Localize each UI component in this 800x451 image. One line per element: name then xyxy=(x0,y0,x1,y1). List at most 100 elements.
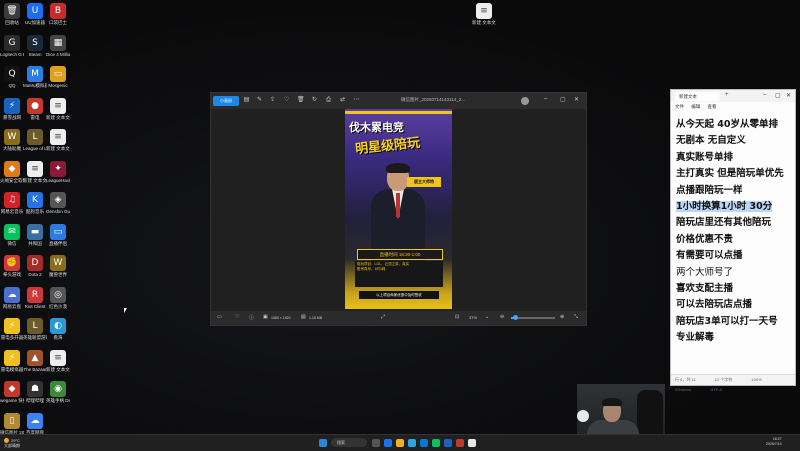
delete-icon[interactable]: 🗑 xyxy=(297,97,305,104)
desktop-icon[interactable]: W 大陆助魔 xyxy=(0,129,24,151)
desktop-icon[interactable]: ◆火绒安全软件 xyxy=(0,160,24,183)
account-avatar[interactable] xyxy=(521,97,529,105)
desktop-icon[interactable]: ▦Dice 4 Million xyxy=(46,34,70,57)
notepad-text-area[interactable]: 从今天起 40岁从零单排 无剧本 无自定义 真实账号单排 主打真实 但是陪玩单优先 点播… xyxy=(676,117,791,347)
desktop-icon[interactable]: ✉ 微信 xyxy=(0,223,24,246)
app-icon: L xyxy=(27,129,43,145)
favorite-icon[interactable]: ♡ xyxy=(283,97,290,104)
notepad-line-text: 两个大师号了 xyxy=(676,266,734,278)
desktop-icon[interactable]: ⚡ 雷电多开器 xyxy=(0,318,24,340)
taskbar-clock[interactable]: 18:27 2025/7/14 xyxy=(766,437,782,447)
desktop-icon[interactable]: B 口袋巴士 xyxy=(46,3,70,25)
viewer-gallery-tab[interactable]: 小画册 xyxy=(213,96,239,106)
zoom-level[interactable]: 37% xyxy=(469,315,477,320)
close-icon[interactable]: ✕ xyxy=(786,92,791,99)
wechat-taskbar-icon[interactable] xyxy=(432,439,440,447)
app-taskbar-icon[interactable] xyxy=(456,439,464,447)
fit-icon[interactable]: ⊡ xyxy=(455,314,459,320)
desktop-icon[interactable]: W 魔兽世界 xyxy=(46,255,70,277)
desktop-icon[interactable]: ◈Genshin Guardian 2 xyxy=(46,192,70,214)
desktop-icon[interactable]: K 酷狗音乐 xyxy=(23,192,47,214)
desktop-icon[interactable]: ▲ The Bazaar xyxy=(23,349,47,372)
desktop-icon[interactable]: ▬ 共和国 xyxy=(23,223,47,246)
zoom-slider-thumb[interactable] xyxy=(513,315,519,320)
info-icon[interactable]: ⓘ xyxy=(249,314,254,321)
file-explorer-icon[interactable] xyxy=(396,439,404,447)
like-icon[interactable]: ♡ xyxy=(235,314,239,320)
maximize-icon[interactable]: ▢ xyxy=(560,96,566,103)
desktop-icon[interactable]: ◆wegame 快捷方式 xyxy=(0,381,24,403)
desktop-icon[interactable]: ☗ 哔哩哔哩 xyxy=(23,381,47,403)
notepad-tab[interactable]: 新建文本 xyxy=(675,92,719,101)
maximize-icon[interactable]: ▢ xyxy=(775,92,781,99)
desktop-icon[interactable]: ✊ 拳头游戏 xyxy=(0,255,24,277)
desktop-icon[interactable]: ☁ 百度网盘 xyxy=(23,412,47,435)
close-icon[interactable]: ✕ xyxy=(574,96,579,103)
browser-icon[interactable] xyxy=(384,439,392,447)
desktop-icon[interactable]: ≡新建 文本文档 xyxy=(46,97,70,120)
desktop-icon[interactable]: ⚡ 暴雪战网 xyxy=(0,97,24,120)
desktop-icon[interactable]: ▯微信图片 20250711 xyxy=(0,412,24,435)
desktop-icon[interactable]: ☁ 网易云盘 xyxy=(0,286,24,309)
desktop-icon[interactable]: ◎ 红色沙漠 xyxy=(46,286,70,309)
desktop-icon[interactable]: ✦ LeagueHack xyxy=(46,160,70,183)
desktop-icon[interactable]: 🗑 回收站 xyxy=(0,3,24,25)
desktop-icon[interactable]: L英雄联盟游戏 xyxy=(23,318,47,340)
desktop-icon[interactable]: ● 雷电 xyxy=(23,97,47,120)
desktop-icon[interactable]: LLeague of Legends xyxy=(23,129,47,151)
menu-edit[interactable]: 编辑 xyxy=(691,104,700,109)
desktop-icon[interactable]: S Steam xyxy=(23,34,47,57)
desktop-icon[interactable]: ◉英雄手柄 Demo xyxy=(46,381,70,403)
desktop-icon[interactable]: ♫ 网易云音乐 xyxy=(0,192,24,214)
fullscreen-icon[interactable]: ⤢ xyxy=(381,314,385,320)
webcam-person-hair xyxy=(602,398,622,406)
viewer-bottombar: ▭ ♡ ⓘ ▣ 1080 × 1920 ▤ 1.18 MB ⤢ ⊡ 37% ⌄ … xyxy=(211,311,586,325)
desktop-icon[interactable]: ≡新建 文本文档 xyxy=(46,349,70,372)
zoom-in-icon[interactable]: ⊕ xyxy=(560,314,564,320)
store-icon[interactable] xyxy=(408,439,416,447)
zoom-slider[interactable] xyxy=(511,315,555,320)
app-icon: ▦ xyxy=(50,34,66,51)
start-icon[interactable] xyxy=(319,439,327,447)
edge-icon[interactable] xyxy=(420,439,428,447)
taskbar-search[interactable]: 搜索 xyxy=(331,438,367,447)
desktop-icon[interactable]: R Riot Client xyxy=(23,286,47,309)
new-tab-icon[interactable]: + xyxy=(725,92,729,98)
more-icon[interactable]: ⋯ xyxy=(353,97,360,104)
zoom-dropdown-icon[interactable]: ⌄ xyxy=(485,314,489,320)
weather-widget[interactable]: 29°C 大部晴朗 xyxy=(4,438,20,448)
desktop-icon[interactable]: Q QQ xyxy=(0,66,24,88)
menu-view[interactable]: 查看 xyxy=(708,104,717,109)
desktop-icon[interactable]: ▭ 直播伴侣 xyxy=(46,223,70,246)
desktop-icon[interactable]: ◐ 看海 xyxy=(46,318,70,340)
desktop-icon-label: MuMu模拟器 xyxy=(23,83,47,88)
expand-icon[interactable]: ⤡ xyxy=(574,314,578,320)
minimize-icon[interactable]: – xyxy=(544,96,547,102)
desktop-icon-label: 新建 文本文档 xyxy=(46,366,70,372)
minimize-icon[interactable]: – xyxy=(763,92,766,98)
app-icon: ◎ xyxy=(50,286,66,303)
share-icon[interactable]: ⇪ xyxy=(269,97,276,104)
filmstrip-icon[interactable]: ▭ xyxy=(217,314,222,320)
task-view-icon[interactable] xyxy=(372,439,380,447)
desktop-icon[interactable]: GLogitech G HUB xyxy=(0,34,24,57)
rotate-icon[interactable]: ↻ xyxy=(311,97,318,104)
desktop-icon[interactable]: ⚡ 雷电模拟器 xyxy=(0,349,24,372)
menu-file[interactable]: 文件 xyxy=(675,104,684,109)
desktop-icon[interactable]: ≡新建 文本文档 xyxy=(23,160,47,183)
desktop-icon[interactable]: M MuMu模拟器 xyxy=(23,66,47,88)
desktop-icon[interactable]: ▭ Mosgenic xyxy=(46,66,70,88)
photos-taskbar-icon[interactable] xyxy=(444,439,452,447)
desktop-icon[interactable]: ≡新建 文本文档 xyxy=(46,129,70,151)
gallery-icon[interactable]: ▤ xyxy=(243,97,250,104)
compare-icon[interactable]: ⇄ xyxy=(339,97,346,104)
print-icon[interactable]: ⎙ xyxy=(325,97,332,104)
desktop-icon[interactable]: U UU加速器 xyxy=(23,3,47,25)
desktop-icon[interactable]: D Dota 2 xyxy=(23,255,47,277)
notepad-taskbar-icon[interactable] xyxy=(468,439,476,447)
edit-icon[interactable]: ✎ xyxy=(256,97,263,104)
desktop-icon-label: LeagueHack xyxy=(46,177,70,183)
notepad-line: 从今天起 40岁从零单排 xyxy=(676,117,791,133)
desktop-icon-new-text-file[interactable]: ≡ 新建 文本文档 (3) xyxy=(472,3,496,25)
zoom-out-icon[interactable]: ⊖ xyxy=(500,314,504,320)
